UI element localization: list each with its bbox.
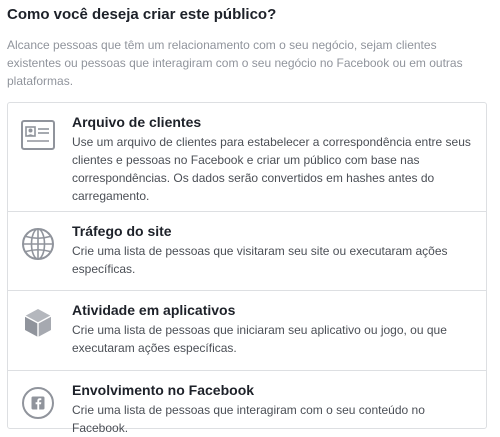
option-text: Atividade em aplicativos Crie uma lista … bbox=[72, 301, 474, 357]
cube-icon bbox=[20, 305, 56, 341]
option-text: Tráfego do site Crie uma lista de pessoa… bbox=[72, 222, 474, 278]
facebook-icon bbox=[20, 385, 56, 421]
option-description: Crie uma lista de pessoas que visitaram … bbox=[72, 244, 448, 276]
option-text: Envolvimento no Facebook Crie uma lista … bbox=[72, 381, 474, 437]
audience-options-list: Arquivo de clientes Use um arquivo de cl… bbox=[7, 102, 487, 435]
option-title: Tráfego do site bbox=[72, 223, 172, 239]
option-description: Crie uma lista de pessoas que interagira… bbox=[72, 403, 425, 435]
option-text: Arquivo de clientes Use um arquivo de cl… bbox=[72, 113, 474, 205]
option-description: Use um arquivo de clientes para estabele… bbox=[72, 135, 471, 203]
option-title: Arquivo de clientes bbox=[72, 114, 202, 130]
page-title: Como você deseja criar este público? bbox=[7, 6, 277, 23]
option-title: Atividade em aplicativos bbox=[72, 302, 236, 318]
page-description: Alcance pessoas que têm um relacionament… bbox=[7, 38, 463, 88]
audience-source-panel: Como você deseja criar este público? Alc… bbox=[7, 6, 491, 435]
option-customer-file[interactable]: Arquivo de clientes Use um arquivo de cl… bbox=[8, 103, 486, 212]
option-description: Crie uma lista de pessoas que iniciaram … bbox=[72, 323, 447, 355]
globe-icon bbox=[20, 226, 56, 262]
option-app-activity[interactable]: Atividade em aplicativos Crie uma lista … bbox=[8, 291, 486, 371]
option-facebook-engagement[interactable]: Envolvimento no Facebook Crie uma lista … bbox=[8, 371, 486, 435]
option-website-traffic[interactable]: Tráfego do site Crie uma lista de pessoa… bbox=[8, 212, 486, 291]
contact-card-icon bbox=[20, 117, 56, 153]
option-title: Envolvimento no Facebook bbox=[72, 382, 255, 398]
